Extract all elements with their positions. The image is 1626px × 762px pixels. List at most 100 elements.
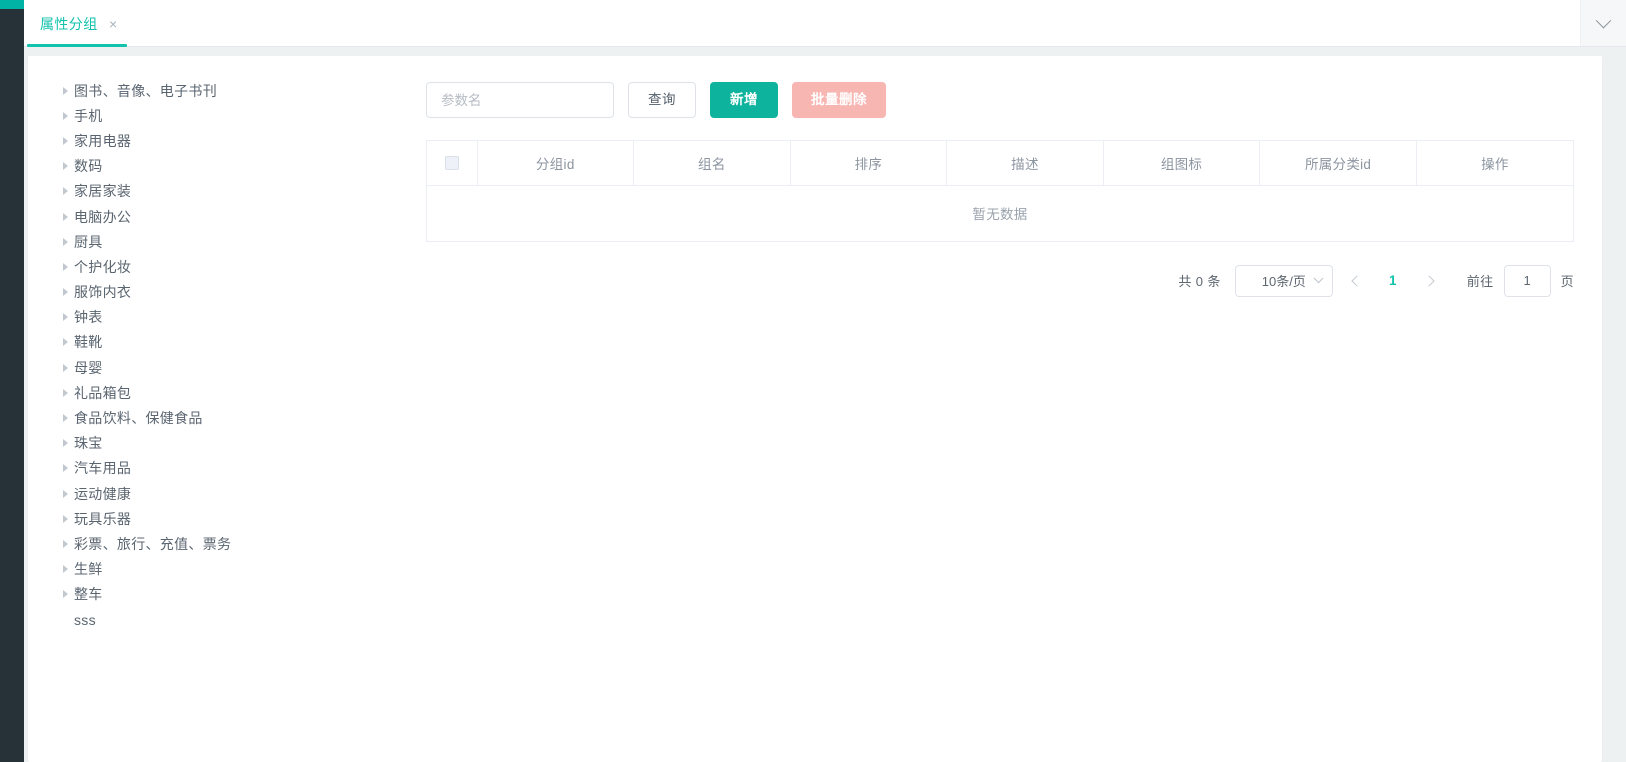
expand-arrow-icon[interactable] <box>56 86 74 95</box>
page-number-1[interactable]: 1 <box>1381 273 1405 288</box>
prev-page-button[interactable] <box>1343 267 1371 295</box>
tree-node-label: 汽车用品 <box>74 460 132 477</box>
column-header: 组图标 <box>1103 141 1261 186</box>
query-button[interactable]: 查询 <box>628 82 696 118</box>
expand-arrow-icon[interactable] <box>56 111 74 120</box>
column-header: 描述 <box>946 141 1104 186</box>
expand-arrow-icon[interactable] <box>56 262 74 271</box>
content-card: 图书、音像、电子书刊 手机家用电器数码家居家装电脑办公厨具个护化妆服饰内衣钟表鞋靴… <box>28 56 1602 762</box>
expand-arrow-icon[interactable] <box>56 212 74 221</box>
tree-node[interactable]: 服饰内衣 <box>56 280 426 305</box>
chevron-down-icon <box>1313 273 1324 284</box>
expand-arrow-icon[interactable] <box>56 288 74 297</box>
tree-node[interactable]: 钟表 <box>56 305 426 330</box>
column-header: 分组id <box>477 141 635 186</box>
jump-label: 前往 <box>1466 274 1494 289</box>
expand-arrow-icon[interactable] <box>56 136 74 145</box>
chevron-down-glyph <box>1595 12 1612 28</box>
tree-node[interactable]: 图书、音像、电子书刊 <box>56 78 426 103</box>
column-header: 操作 <box>1416 141 1573 186</box>
expand-arrow-icon[interactable] <box>56 414 74 423</box>
tree-node-label: 厨具 <box>74 233 103 250</box>
total-count-label: 共 0 条 <box>1178 274 1221 289</box>
empty-state-text: 暂无数据 <box>427 185 1573 242</box>
expand-arrow-icon[interactable] <box>56 439 74 448</box>
tree-node[interactable]: 家居家装 <box>56 179 426 204</box>
tab-bar-spacer <box>138 0 1580 46</box>
chevron-down-icon[interactable] <box>1580 0 1626 46</box>
empty-row: 暂无数据 <box>427 185 1573 242</box>
add-button[interactable]: 新增 <box>710 82 778 118</box>
expand-arrow-icon[interactable] <box>56 162 74 171</box>
jump-page-input[interactable] <box>1503 264 1551 297</box>
tree-node-label: sss <box>74 611 96 628</box>
tree-node[interactable]: 手机 <box>56 103 426 128</box>
expand-arrow-icon[interactable] <box>56 590 74 599</box>
tab-label: 属性分组 <box>40 15 98 32</box>
table-header-row: 分组id 组名 排序 描述 组图标 所属分类id 操作 <box>427 141 1573 186</box>
tree-node[interactable]: 运动健康 <box>56 481 426 506</box>
tree-node[interactable]: 母婴 <box>56 355 426 380</box>
expand-arrow-icon[interactable] <box>56 363 74 372</box>
jump-suffix: 页 <box>1560 274 1574 289</box>
tree-node[interactable]: 厨具 <box>56 229 426 254</box>
select-all-header <box>427 141 478 186</box>
next-page-button[interactable] <box>1415 267 1443 295</box>
pagination: 共 0 条 10条/页 1 前往 页 <box>426 264 1574 298</box>
tree-node[interactable]: 汽车用品 <box>56 456 426 481</box>
tree-node-label: 玩具乐器 <box>74 510 132 527</box>
tree-node-label: 彩票、旅行、充值、票务 <box>74 535 232 552</box>
toolbar: 查询 新增 批量删除 <box>426 82 1574 118</box>
tree-node-label: 鞋靴 <box>74 334 103 351</box>
expand-arrow-icon[interactable] <box>56 338 74 347</box>
tree-node[interactable]: 礼品箱包 <box>56 380 426 405</box>
tree-node[interactable]: 玩具乐器 <box>56 506 426 531</box>
expand-arrow-icon[interactable] <box>56 313 74 322</box>
tree-node-label: 家用电器 <box>74 132 132 149</box>
tree-node-label: 电脑办公 <box>74 208 132 225</box>
expand-arrow-icon[interactable] <box>56 565 74 574</box>
tree-node[interactable]: 鞋靴 <box>56 330 426 355</box>
tree-node-label: 服饰内衣 <box>74 284 132 301</box>
tree-node[interactable]: 个护化妆 <box>56 254 426 279</box>
expand-arrow-icon[interactable] <box>56 514 74 523</box>
tree-node[interactable]: 家用电器 <box>56 128 426 153</box>
page-size-select[interactable]: 10条/页 <box>1234 264 1333 297</box>
expand-arrow-icon[interactable] <box>56 237 74 246</box>
tree-node[interactable]: 生鲜 <box>56 557 426 582</box>
tree-node-label: 图书、音像、电子书刊 <box>74 82 217 99</box>
tree-node-label: 生鲜 <box>74 561 103 578</box>
close-icon[interactable]: × <box>107 17 120 31</box>
column-header: 所属分类id <box>1259 141 1417 186</box>
page-body: 图书、音像、电子书刊 手机家用电器数码家居家装电脑办公厨具个护化妆服饰内衣钟表鞋靴… <box>24 47 1626 762</box>
rail-accent-bar <box>0 0 24 9</box>
tree-node-label: 珠宝 <box>74 435 103 452</box>
tree-node-label: 手机 <box>74 107 103 124</box>
main-content: 查询 新增 批量删除 分组id组名排序描述组图标所属分类id操作 <box>426 56 1602 762</box>
tree-node[interactable]: 珠宝 <box>56 431 426 456</box>
tab-attribute-group[interactable]: 属性分组 × <box>24 0 138 47</box>
search-input[interactable] <box>426 82 614 118</box>
column-header: 排序 <box>790 141 948 186</box>
expand-arrow-icon[interactable] <box>56 464 74 473</box>
tree-node[interactable]: 电脑办公 <box>56 204 426 229</box>
tree-node[interactable]: 整车 <box>56 582 426 607</box>
select-all-checkbox[interactable] <box>444 156 459 171</box>
expand-arrow-icon[interactable] <box>56 489 74 498</box>
tree-node-label: 钟表 <box>74 309 103 326</box>
page-size-label: 10条/页 <box>1261 274 1306 289</box>
app-root: 属性分组 × 图书、音像、电子书刊 手机家用电器数码家居家装电脑办公厨具个护化妆服… <box>0 0 1626 762</box>
tree-node-label: 数码 <box>74 158 103 175</box>
tree-node[interactable]: 数码 <box>56 154 426 179</box>
expand-arrow-icon[interactable] <box>56 187 74 196</box>
column-header: 组名 <box>633 141 791 186</box>
data-table: 分组id 组名 排序 描述 组图标 所属分类id 操作 暂无数据 <box>426 140 1574 242</box>
category-tree: 图书、音像、电子书刊 手机家用电器数码家居家装电脑办公厨具个护化妆服饰内衣钟表鞋靴… <box>28 56 426 762</box>
tree-node[interactable]: 彩票、旅行、充值、票务 <box>56 531 426 556</box>
tree-node[interactable]: sss <box>56 607 426 632</box>
batch-delete-button[interactable]: 批量删除 <box>792 82 886 118</box>
tab-bar: 属性分组 × <box>24 0 1626 47</box>
expand-arrow-icon[interactable] <box>56 539 74 548</box>
expand-arrow-icon[interactable] <box>56 388 74 397</box>
tree-node[interactable]: 食品饮料、保健食品 <box>56 405 426 430</box>
